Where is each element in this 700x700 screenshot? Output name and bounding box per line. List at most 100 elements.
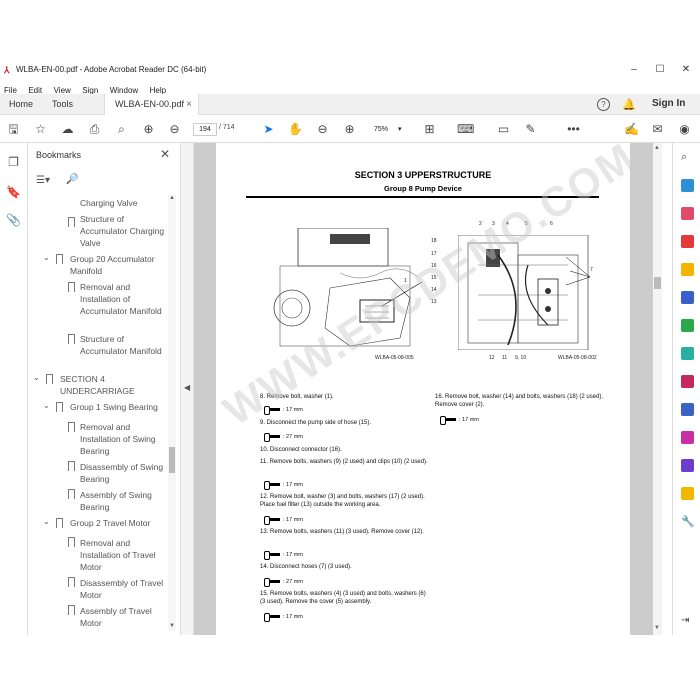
bookmark-item[interactable]: Structure of Accumulator Charging Valve	[80, 213, 166, 249]
request-signatures-icon[interactable]	[681, 459, 694, 472]
notification-bell-icon[interactable]: 🔔	[622, 98, 636, 111]
save-icon[interactable]: 🖫	[6, 122, 21, 137]
wrench-icon	[264, 406, 280, 416]
send-for-comments-icon[interactable]	[681, 487, 694, 500]
scrollbar-thumb[interactable]	[169, 447, 175, 473]
tab-close-icon[interactable]: ×	[186, 94, 192, 115]
procedure-step: 9. Disconnect the pump side of hose (15)…	[260, 420, 372, 426]
print-icon[interactable]: ⎙	[87, 122, 102, 137]
section-title: SECTION 3 UPPERSTRUCTURE	[354, 170, 492, 180]
bookmark-item[interactable]: Charging Valve	[80, 197, 138, 209]
acrobat-pdf-icon: ⅄	[4, 65, 10, 75]
hand-tool-icon[interactable]: ✋	[288, 122, 303, 137]
bookmark-flag-icon	[68, 489, 75, 499]
close-window-button[interactable]: ✕	[679, 64, 693, 75]
maximize-button[interactable]: ☐	[653, 64, 667, 75]
scroll-up-arrow-icon[interactable]: ▲	[169, 195, 175, 201]
wrench-icon	[264, 551, 280, 561]
comment-tool-icon[interactable]	[681, 263, 694, 276]
bookmark-item[interactable]: Disassembly of Swing Bearing	[80, 461, 170, 485]
bookmark-item[interactable]: Group 2 Travel Motor	[70, 517, 170, 529]
search-icon[interactable]: ⌕	[681, 151, 687, 164]
zoom-find-icon[interactable]: ⌕	[114, 122, 129, 137]
page-display-icon[interactable]: ⊞	[422, 122, 437, 137]
left-rail: ❐ 🔖 📎	[0, 143, 28, 635]
bookmark-item[interactable]: Removal and Installation of Travel Motor	[80, 537, 168, 573]
panel-splitter[interactable]: ◀	[180, 143, 194, 635]
account-icon[interactable]: ◉	[677, 122, 692, 137]
sign-in-button[interactable]: Sign In	[652, 98, 685, 109]
chevron-down-icon[interactable]: ⌄	[33, 373, 40, 382]
bookmark-item[interactable]: Disassembly of Travel Motor	[80, 577, 170, 601]
edit-pdf-icon[interactable]	[681, 235, 694, 248]
bookmarks-icon[interactable]: 🔖	[6, 185, 21, 200]
close-panel-icon[interactable]: ✕	[160, 147, 170, 161]
page-number-input[interactable]: 194	[193, 123, 217, 136]
attachments-icon[interactable]: 📎	[6, 213, 21, 228]
organize-pages-icon[interactable]	[681, 319, 694, 332]
procedure-step: 13. Remove bolts, washers (11) (3 used).…	[260, 529, 424, 535]
zoom-out-icon[interactable]: ⊖	[315, 122, 330, 137]
scan-ocr-icon[interactable]	[681, 347, 694, 360]
more-tools-wrench-icon[interactable]: 🔧	[681, 515, 695, 528]
title-rule	[246, 196, 599, 198]
tab-document[interactable]: WLBA-EN-00.pdf ×	[104, 94, 199, 115]
bookmark-item[interactable]: Group 1 Swing Bearing	[70, 401, 170, 413]
next-page-icon[interactable]: ⊖	[167, 122, 182, 137]
zoom-level-select[interactable]: 75% ▾	[366, 123, 410, 136]
wrench-icon	[264, 433, 280, 443]
scroll-down-arrow-icon[interactable]: ▼	[654, 625, 660, 631]
bookmark-item[interactable]: Removal and Installation of Accumulator …	[80, 281, 166, 317]
previous-page-icon[interactable]: ⊕	[141, 122, 156, 137]
minimize-button[interactable]: –	[627, 64, 641, 75]
page-thumbnails-icon[interactable]: ❐	[6, 155, 21, 170]
find-bookmark-icon[interactable]: 🔎	[66, 174, 78, 185]
document-viewport: SECTION 3 UPPERSTRUCTURE Group 8 Pump De…	[194, 143, 662, 635]
bookmark-star-icon[interactable]: ☆	[33, 122, 48, 137]
chevron-down-icon[interactable]: ⌄	[43, 401, 50, 410]
torque-spec: : 17 mm	[264, 551, 303, 561]
tab-tools[interactable]: Tools	[52, 94, 73, 115]
scroll-down-arrow-icon[interactable]: ▼	[169, 623, 175, 629]
bookmark-flag-icon	[56, 402, 63, 412]
compress-pdf-icon[interactable]	[681, 431, 694, 444]
upload-cloud-icon[interactable]: ☁	[60, 122, 75, 137]
tab-home[interactable]: Home	[9, 94, 33, 115]
bookmark-item[interactable]: Group 20 Accumulator Manifold	[70, 253, 168, 277]
combine-files-icon[interactable]	[681, 291, 694, 304]
zoom-in-icon[interactable]: ⊕	[342, 122, 357, 137]
bookmark-flag-icon	[68, 577, 75, 587]
figure-callout-label: 11	[502, 355, 508, 361]
export-pdf-icon[interactable]	[681, 179, 694, 192]
more-tools-icon[interactable]: •••	[566, 122, 581, 137]
collapse-panel-icon[interactable]: ◀	[184, 383, 190, 392]
highlight-pen-icon[interactable]: ✎	[523, 122, 538, 137]
help-icon[interactable]: ?	[597, 98, 610, 111]
bookmark-flag-icon	[56, 518, 63, 528]
bookmark-item[interactable]: Assembly of Travel Motor	[80, 605, 162, 629]
scroll-up-arrow-icon[interactable]: ▲	[654, 145, 660, 151]
bookmark-item[interactable]: SECTION 4 UNDERCARRIAGE	[60, 373, 150, 397]
document-scrollbar[interactable]: ▲ ▼	[653, 143, 662, 635]
scrollbar-thumb[interactable]	[654, 277, 661, 289]
sign-pen-icon[interactable]: ✍	[624, 122, 639, 137]
select-cursor-icon[interactable]: ➤	[261, 122, 276, 137]
fill-sign-icon[interactable]	[681, 375, 694, 388]
create-pdf-icon[interactable]	[681, 207, 694, 220]
chevron-down-icon[interactable]: ⌄	[43, 253, 50, 262]
tab-bar: Home Tools WLBA-EN-00.pdf × ? 🔔 Sign In	[0, 94, 700, 115]
figure-callout-label: 18	[431, 238, 437, 244]
bookmarks-scrollbar[interactable]: ▲ ▼	[168, 195, 176, 631]
comment-icon[interactable]: ▭	[496, 122, 511, 137]
bookmark-flag-icon	[46, 374, 53, 384]
email-icon[interactable]: ✉	[650, 122, 665, 137]
protect-icon[interactable]	[681, 403, 694, 416]
bookmark-item[interactable]: Structure of Accumulator Manifold	[80, 333, 166, 357]
procedure-step: 8. Remove bolt, washer (1).	[260, 394, 334, 400]
chevron-down-icon[interactable]: ⌄	[43, 517, 50, 526]
bookmark-item[interactable]: Assembly of Swing Bearing	[80, 489, 162, 513]
collapse-tools-icon[interactable]: ⇥	[681, 615, 689, 626]
scroll-mode-icon[interactable]: ⌨	[457, 122, 474, 137]
bookmark-options-icon[interactable]: ☰▾	[36, 175, 50, 186]
bookmark-item[interactable]: Removal and Installation of Swing Bearin…	[80, 421, 168, 457]
